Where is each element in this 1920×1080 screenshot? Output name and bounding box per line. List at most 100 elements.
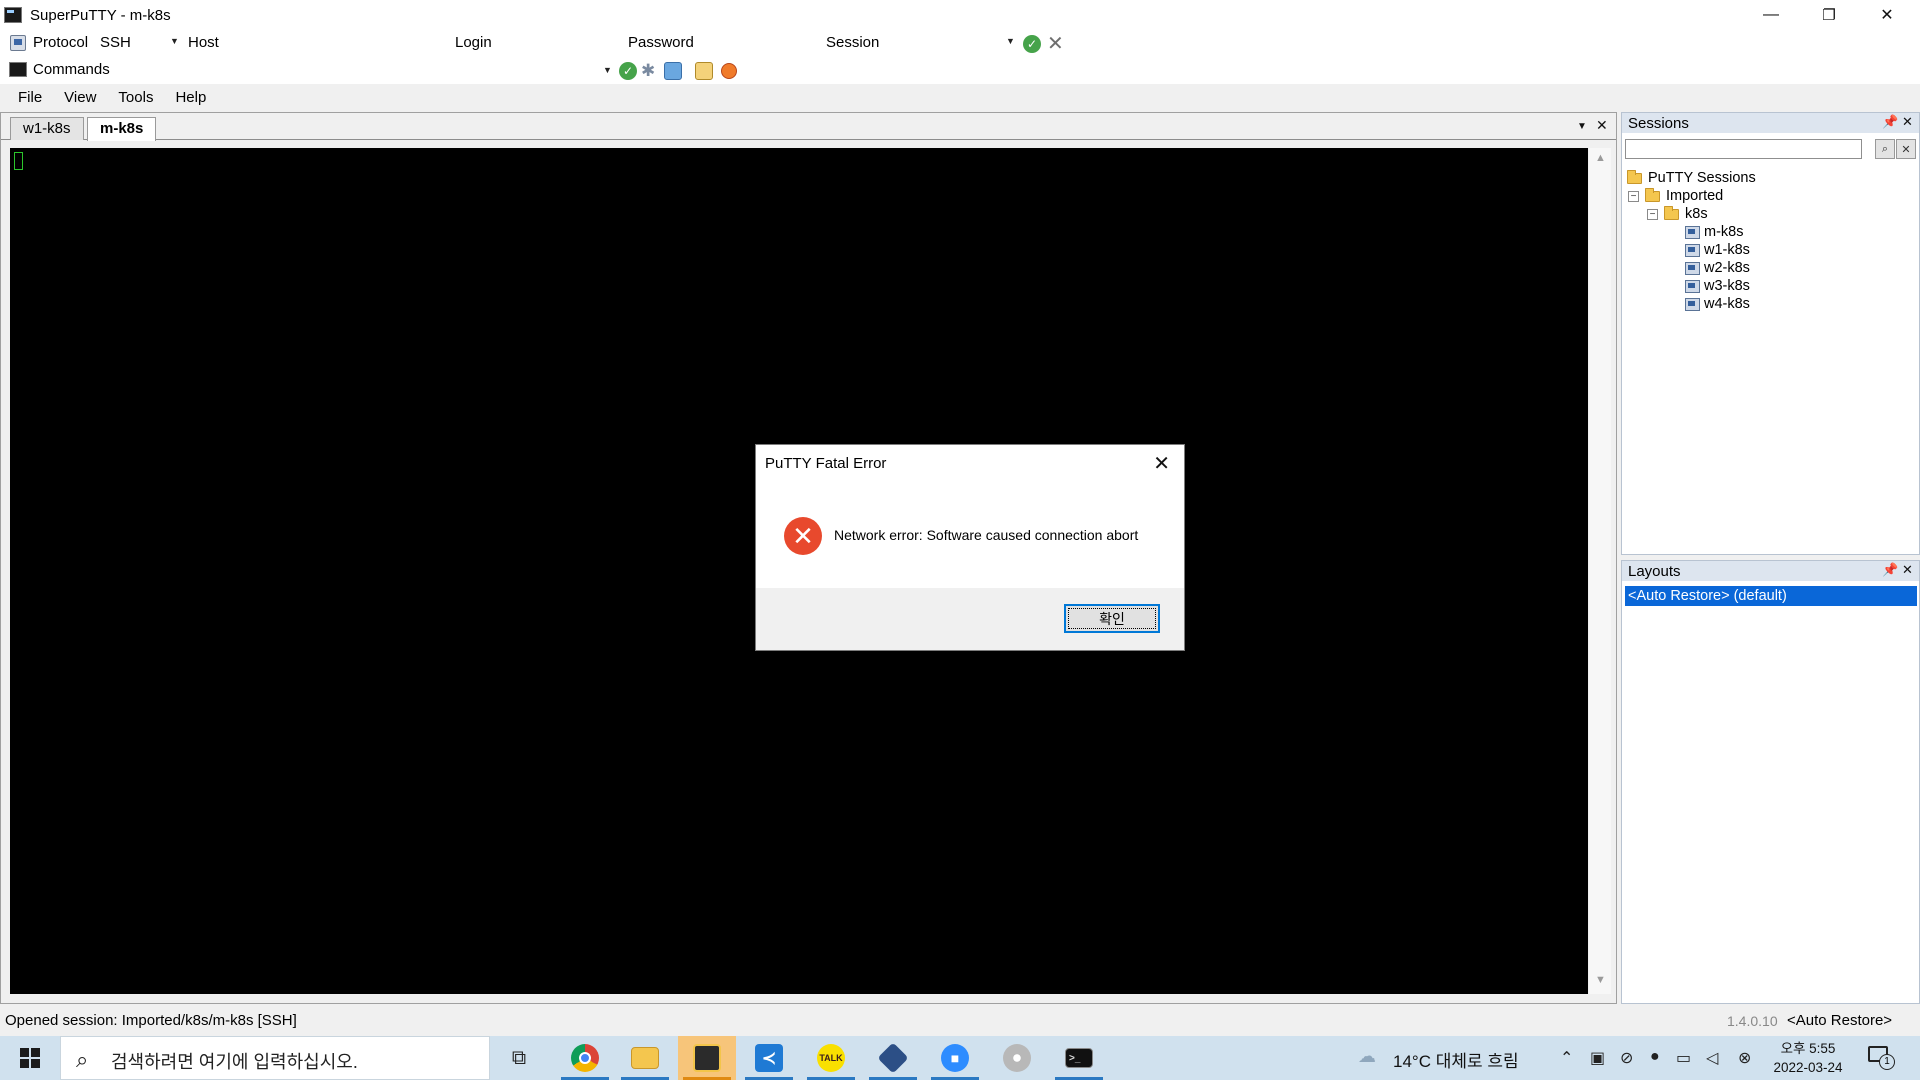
tree-item-session[interactable]: w1-k8s (1685, 240, 1750, 260)
version-label: 1.4.0.10 (1727, 1013, 1778, 1029)
taskbar-search-box[interactable]: ⌕ 검색하려면 여기에 입력하십시오. (60, 1036, 490, 1080)
task-view-button[interactable]: ⧉ (490, 1036, 548, 1080)
status-bar: Opened session: Imported/k8s/m-k8s [SSH]… (0, 1006, 1920, 1036)
meet-now-icon[interactable]: ▣ (1590, 1048, 1605, 1068)
menu-file[interactable]: File (7, 84, 53, 112)
host-input[interactable] (228, 34, 438, 54)
taskbar-media-app[interactable] (988, 1036, 1046, 1080)
taskbar-zoom[interactable]: ■ (926, 1036, 984, 1080)
commands-input[interactable] (120, 60, 600, 80)
send-command-check-icon[interactable]: ✓ (619, 62, 637, 80)
search-binoculars-icon[interactable]: ⌕ (1875, 139, 1895, 159)
layouts-panel: Layouts 📌 ✕ <Auto Restore> (default) (1621, 560, 1920, 1004)
settings-gear-icon[interactable]: ✱ (641, 61, 655, 81)
taskbar-kakaotalk[interactable]: TALK (802, 1036, 860, 1080)
commands-toolbar: Commands ▼ ✓ ✱ (0, 58, 1920, 84)
sessions-panel: Sessions 📌 ✕ ⌕ ✕ PuTTY Sessions − Import… (1621, 112, 1920, 555)
dialog-title: PuTTY Fatal Error (765, 455, 887, 472)
ok-button[interactable]: 확인 (1064, 604, 1160, 633)
sftp-transfer-icon[interactable] (664, 62, 682, 80)
weather-text[interactable]: 14°C 대체로 흐림 (1393, 1047, 1519, 1072)
volume-icon[interactable]: ◁ (1706, 1048, 1718, 1068)
commands-dropdown-arrow-icon[interactable]: ▼ (603, 65, 612, 75)
clear-x-icon[interactable]: ✕ (1047, 31, 1064, 56)
tab-strip: w1-k8s m-k8s ▼ ✕ (1, 113, 1616, 141)
menu-view[interactable]: View (53, 84, 107, 112)
tree-item-session[interactable]: m-k8s (1685, 222, 1743, 242)
search-icon: ⌕ (76, 1047, 89, 1072)
taskbar-chrome[interactable] (556, 1036, 614, 1080)
pin-icon[interactable]: 📌 (1882, 114, 1898, 130)
login-label: Login (455, 34, 492, 51)
connection-toolbar: Protocol SSH ▼ Host Login Password Sessi… (0, 30, 1920, 58)
close-button[interactable]: ✕ (1858, 0, 1916, 30)
taskbar-sticky-notes[interactable] (678, 1036, 736, 1080)
error-icon: ✕ (784, 517, 822, 555)
dialog-message: Network error: Software caused connectio… (834, 527, 1139, 543)
notification-center-button[interactable]: 1 (1866, 1044, 1896, 1072)
session-icon (1685, 279, 1700, 293)
menu-tools[interactable]: Tools (107, 84, 164, 112)
taskbar-superputty[interactable]: >_ (1050, 1036, 1108, 1080)
protocol-select[interactable]: SSH (100, 34, 131, 54)
protocol-label: Protocol (33, 34, 89, 51)
scroll-down-icon[interactable]: ▼ (1595, 974, 1606, 986)
scroll-up-icon[interactable]: ▲ (1595, 152, 1606, 164)
clear-search-icon[interactable]: ✕ (1896, 139, 1916, 159)
tree-item-putty-sessions[interactable]: PuTTY Sessions (1627, 168, 1756, 188)
microphone-icon[interactable]: ● (1650, 1048, 1660, 1066)
login-input[interactable] (505, 34, 615, 54)
status-x-icon[interactable]: ⊗ (1738, 1048, 1751, 1068)
zoom-icon: ■ (941, 1044, 969, 1072)
terminal-scrollbar[interactable]: ▲ ▼ (1589, 148, 1611, 994)
battery-icon[interactable]: ▭ (1676, 1048, 1691, 1068)
folder-icon (1627, 169, 1642, 184)
taskbar-virtualbox[interactable] (864, 1036, 922, 1080)
dialog-close-icon[interactable]: ✕ (1153, 451, 1170, 476)
tree-item-session[interactable]: w4-k8s (1685, 294, 1750, 314)
terminal-cursor (14, 152, 23, 170)
collapse-icon[interactable]: − (1647, 208, 1658, 220)
tree-item-session[interactable]: w3-k8s (1685, 276, 1750, 296)
pin-icon[interactable]: 📌 (1882, 562, 1898, 578)
session-dropdown-arrow-icon[interactable]: ▼ (1006, 36, 1015, 46)
taskbar-clock[interactable]: 오후 5:55 2022-03-24 (1770, 1039, 1846, 1077)
password-input[interactable] (700, 34, 810, 54)
sessions-search-input[interactable] (1625, 139, 1862, 159)
session-select[interactable] (885, 34, 995, 54)
network-icon[interactable]: ⊘ (1620, 1048, 1633, 1068)
taskbar-file-explorer[interactable] (616, 1036, 674, 1080)
tab-m-k8s[interactable]: m-k8s (87, 117, 157, 141)
session-label: Session (826, 34, 880, 51)
protocol-dropdown-arrow-icon[interactable]: ▼ (170, 36, 179, 46)
disc-icon (1003, 1044, 1031, 1072)
host-label: Host (188, 34, 219, 51)
taskbar-vscode[interactable]: ≺ (740, 1036, 798, 1080)
weather-cloud-icon: ☁ (1358, 1046, 1376, 1066)
putty-config-icon[interactable] (721, 63, 737, 79)
chrome-icon (571, 1044, 599, 1072)
status-layout: <Auto Restore> (1787, 1012, 1893, 1029)
tree-item-k8s[interactable]: − k8s (1647, 204, 1708, 224)
session-icon (1685, 225, 1700, 239)
show-hidden-icons-chevron-icon[interactable]: ⌃ (1560, 1048, 1573, 1068)
sessions-panel-title: Sessions (1628, 114, 1689, 132)
start-button[interactable] (10, 1046, 50, 1070)
tab-w1-k8s[interactable]: w1-k8s (10, 117, 84, 140)
folder-icon (1645, 187, 1660, 202)
tree-item-session[interactable]: w2-k8s (1685, 258, 1750, 278)
panel-close-icon[interactable]: ✕ (1902, 562, 1913, 578)
menu-help[interactable]: Help (164, 84, 217, 112)
restore-button[interactable]: ❐ (1800, 0, 1858, 30)
folder-icon (1664, 205, 1679, 220)
tab-list-dropdown-icon[interactable]: ▼ (1577, 121, 1587, 132)
tree-item-imported[interactable]: − Imported (1628, 186, 1723, 206)
layout-item-auto-restore[interactable]: <Auto Restore> (default) (1625, 586, 1917, 606)
connect-check-icon[interactable]: ✓ (1023, 35, 1041, 53)
tab-close-icon[interactable]: ✕ (1596, 117, 1608, 134)
minimize-button[interactable]: — (1742, 0, 1800, 30)
edit-note-icon[interactable] (695, 62, 713, 80)
collapse-icon[interactable]: − (1628, 190, 1639, 202)
panel-close-icon[interactable]: ✕ (1902, 114, 1913, 130)
windows-logo-icon (20, 1048, 40, 1068)
